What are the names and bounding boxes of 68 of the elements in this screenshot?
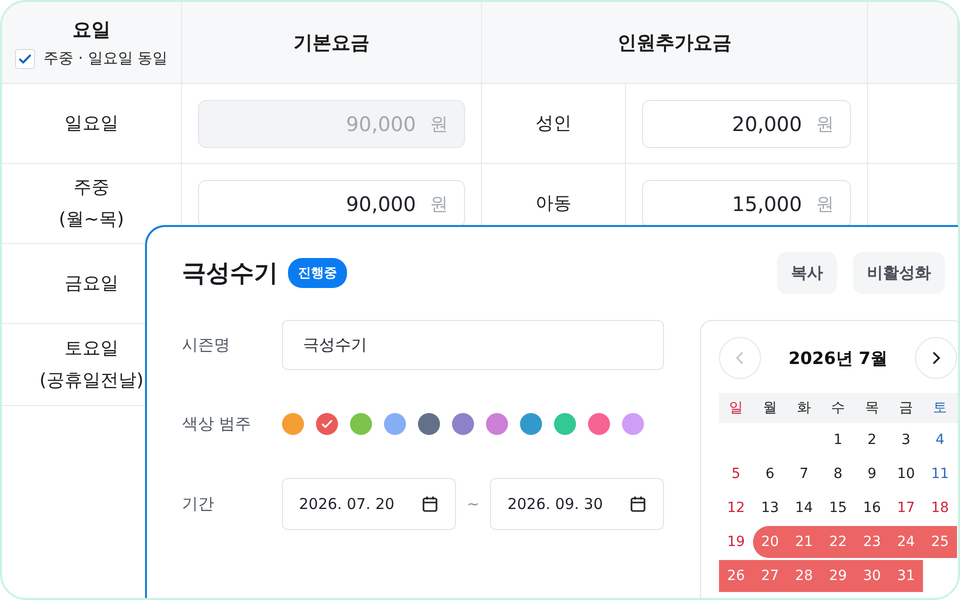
season-title: 극성수기 bbox=[182, 258, 278, 289]
person-type-label: 아동 bbox=[536, 192, 572, 216]
column-header: 인원추가요금 bbox=[618, 30, 732, 56]
calendar-day[interactable]: 5 bbox=[719, 458, 753, 490]
calendar-day[interactable]: 2 bbox=[855, 424, 889, 456]
weekday-label: 금 bbox=[898, 399, 914, 417]
calendar-day[interactable]: 19 bbox=[719, 526, 753, 558]
field-label: 색상 범주 bbox=[182, 414, 252, 434]
weekday-label: 목 bbox=[864, 399, 880, 417]
action-button[interactable]: 비활성화 bbox=[853, 252, 945, 294]
calendar-icon[interactable] bbox=[629, 495, 648, 513]
check-icon bbox=[320, 417, 334, 431]
calendar-day[interactable]: 14 bbox=[787, 492, 821, 524]
weekday-label: 월 bbox=[762, 399, 778, 417]
color-swatch[interactable] bbox=[588, 413, 610, 435]
calendar-day[interactable]: 12 bbox=[719, 492, 753, 524]
price-field[interactable]: 20,000 원 bbox=[642, 100, 851, 148]
checkbox-label: 주중 · 일요일 동일 bbox=[43, 49, 168, 68]
column-header: 기본요금 bbox=[294, 30, 370, 56]
calendar-icon[interactable] bbox=[420, 495, 439, 513]
month-title: 2026년 7월 bbox=[788, 348, 888, 370]
calendar-day[interactable]: 8 bbox=[821, 458, 855, 490]
season-name-field[interactable]: 극성수기 bbox=[282, 320, 664, 370]
calendar-day[interactable]: 4 bbox=[923, 424, 957, 456]
range-separator: ~ bbox=[466, 495, 480, 513]
calendar-day[interactable]: 10 bbox=[889, 458, 923, 490]
color-swatch[interactable] bbox=[554, 413, 576, 435]
column-header: 요일 bbox=[72, 18, 110, 42]
price-field[interactable]: 15,000 원 bbox=[642, 180, 851, 228]
calendar-day[interactable]: 18 bbox=[923, 492, 957, 524]
color-swatch[interactable] bbox=[622, 413, 644, 435]
day-label: 일요일 bbox=[64, 112, 118, 136]
color-swatch[interactable] bbox=[282, 413, 304, 435]
day-label: 토요일 bbox=[64, 337, 118, 361]
calendar-day[interactable]: 11 bbox=[923, 458, 957, 490]
color-swatch[interactable] bbox=[520, 413, 542, 435]
day-label: 주중 bbox=[74, 176, 110, 200]
calendar-day[interactable]: 3 bbox=[889, 424, 923, 456]
calendar-day[interactable]: 9 bbox=[855, 458, 889, 490]
calendar-day[interactable]: 6 bbox=[753, 458, 787, 490]
color-swatch[interactable] bbox=[316, 413, 338, 435]
person-type-label: 성인 bbox=[536, 112, 572, 136]
color-swatch[interactable] bbox=[452, 413, 474, 435]
calendar-day[interactable]: 13 bbox=[753, 492, 787, 524]
calendar-day[interactable]: 15 bbox=[821, 492, 855, 524]
end-date-field[interactable]: 2026. 09. 30 bbox=[490, 478, 664, 530]
day-label: (월~목) bbox=[58, 208, 124, 232]
day-label: 금요일 bbox=[64, 272, 118, 296]
color-swatch[interactable] bbox=[418, 413, 440, 435]
start-date-field[interactable]: 2026. 07. 20 bbox=[282, 478, 456, 530]
day-label: (공휴일전날) bbox=[39, 368, 144, 392]
field-label: 시즌명 bbox=[182, 334, 231, 356]
color-swatch[interactable] bbox=[350, 413, 372, 435]
calendar-day[interactable]: 17 bbox=[889, 492, 923, 524]
color-swatch[interactable] bbox=[486, 413, 508, 435]
action-button[interactable]: 복사 bbox=[777, 252, 837, 294]
weekday-label: 화 bbox=[796, 399, 812, 417]
price-field[interactable]: 90,000 원 bbox=[198, 180, 465, 228]
calendar-day[interactable]: 1 bbox=[821, 424, 855, 456]
calendar-day[interactable]: 16 bbox=[855, 492, 889, 524]
weekday-label: 일 bbox=[728, 399, 744, 417]
checkbox[interactable] bbox=[15, 48, 36, 68]
calendar-day[interactable]: 7 bbox=[787, 458, 821, 490]
status-badge: 진행중 bbox=[288, 258, 347, 288]
weekday-label: 수 bbox=[830, 399, 846, 417]
color-swatch[interactable] bbox=[384, 413, 406, 435]
weekday-label: 토 bbox=[932, 399, 948, 417]
field-label: 기간 bbox=[182, 494, 215, 514]
